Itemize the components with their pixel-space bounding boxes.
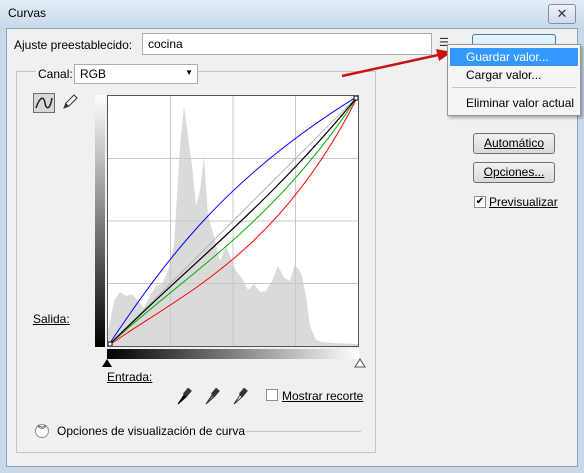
preset-value: cocina [148,37,183,51]
black-eyedropper-icon[interactable] [175,386,193,406]
output-gradient [95,95,105,347]
auto-button-label: Automático [483,136,545,150]
menu-separator [452,87,576,88]
channel-value: RGB [80,67,107,81]
pencil-icon [63,94,78,109]
curve-graph[interactable] [107,95,359,347]
curve-end-point[interactable] [353,95,359,101]
annotation-arrow [341,49,452,78]
show-clipping-label: Mostrar recorte [282,389,364,403]
auto-button[interactable]: Automático [473,133,555,154]
input-label: Entrada: [107,370,153,384]
window-title: Curvas [8,6,47,20]
title-bar[interactable]: Curvas ✕ [0,0,584,28]
curve-graph-svg [107,95,359,347]
curve-tool-button[interactable] [33,93,55,113]
preview-checkbox[interactable]: ✔ [474,196,486,208]
curve-display-options-label: Opciones de visualización de curva [57,424,246,438]
input-gradient [107,349,359,359]
channel-select[interactable]: RGB ▼ [74,64,198,84]
curve-start-point[interactable] [107,341,113,347]
options-button[interactable]: Opciones... [473,162,555,183]
menu-item-save-preset[interactable]: Guardar valor... [450,48,578,66]
chevron-down-icon[interactable]: ︾ [35,424,49,438]
pencil-tool-button[interactable] [59,93,81,113]
output-label: Salida: [33,312,70,326]
white-eyedropper-icon[interactable] [231,386,249,406]
menu-item-delete-preset[interactable]: Eliminar valor actual [450,94,578,112]
curve-icon [35,97,53,109]
divider [246,431,361,432]
menu-item-load-preset[interactable]: Cargar valor... [450,66,578,84]
preset-label: Ajuste preestablecido: [14,38,133,52]
close-button[interactable]: ✕ [548,4,576,24]
gray-eyedropper-icon[interactable] [203,386,221,406]
curves-dialog: Curvas ✕ Ajuste preestablecido: cocina ☰… [0,0,584,473]
options-button-label: Opciones... [483,165,545,179]
white-point-slider[interactable] [354,358,366,368]
channel-label: Canal: [36,67,75,81]
preview-label: Previsualizar [489,195,558,209]
preset-popup-menu: Guardar valor... Cargar valor... Elimina… [447,44,581,116]
chevron-down-icon: ▼ [185,68,193,77]
black-point-slider[interactable] [101,358,113,368]
show-clipping-checkbox[interactable] [266,389,278,401]
